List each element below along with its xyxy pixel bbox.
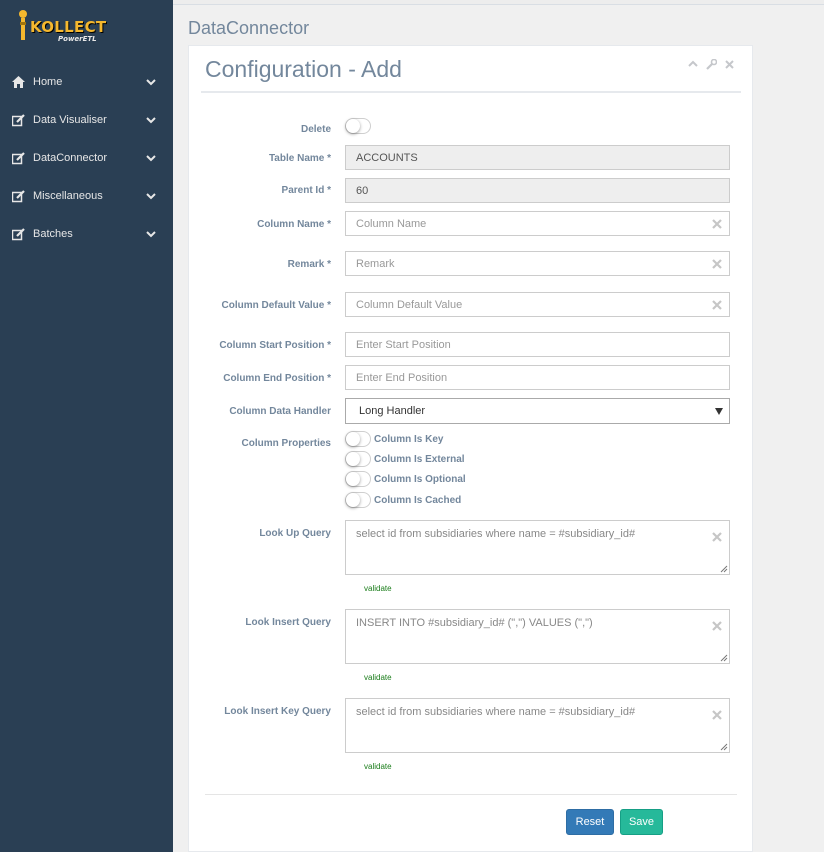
column-name-label: Column Name * bbox=[257, 219, 331, 230]
brand-logo[interactable]: KOLLECT PowerETL bbox=[14, 6, 114, 46]
column-start-position-field[interactable]: Enter Start Position bbox=[345, 332, 730, 357]
column-is-cached-toggle[interactable] bbox=[345, 492, 371, 508]
look-up-query-value: select id from subsidiaries where name =… bbox=[356, 528, 636, 540]
close-icon[interactable] bbox=[723, 58, 735, 70]
sidebar-item-label: Batches bbox=[33, 228, 73, 240]
chevron-down-icon bbox=[146, 79, 156, 86]
sidebar-item-label: DataConnector bbox=[33, 152, 107, 164]
sidebar-item-label: Miscellaneous bbox=[33, 190, 103, 202]
collapse-icon[interactable] bbox=[687, 58, 699, 70]
resize-handle-icon[interactable] bbox=[720, 743, 728, 751]
divider bbox=[201, 91, 741, 93]
chevron-down-icon bbox=[146, 117, 156, 124]
column-is-external-label: Column Is External bbox=[374, 454, 465, 465]
caret-down-icon bbox=[715, 408, 723, 415]
look-up-query-textarea[interactable]: select id from subsidiaries where name =… bbox=[345, 520, 730, 575]
edit-icon bbox=[12, 227, 25, 241]
reset-button[interactable]: Reset bbox=[566, 809, 614, 835]
look-up-query-label: Look Up Query bbox=[259, 528, 331, 539]
save-button[interactable]: Save bbox=[620, 809, 663, 835]
delete-label: Delete bbox=[300, 124, 331, 135]
sidebar-item-label: Data Visualiser bbox=[33, 114, 107, 126]
parent-id-field[interactable]: 60 bbox=[345, 178, 730, 203]
torch-icon bbox=[19, 10, 27, 40]
column-name-placeholder: Column Name bbox=[356, 217, 427, 230]
column-end-position-label: Column End Position * bbox=[223, 373, 331, 384]
column-start-position-label: Column Start Position * bbox=[219, 340, 331, 351]
column-properties-label: Column Properties bbox=[241, 438, 331, 449]
remark-label: Remark * bbox=[287, 259, 331, 270]
parent-id-label: Parent Id * bbox=[281, 185, 331, 196]
table-name-label: Table Name * bbox=[268, 153, 331, 164]
sidebar-item-miscellaneous[interactable]: Miscellaneous bbox=[0, 181, 173, 211]
column-default-value-field[interactable]: Column Default Value bbox=[345, 292, 730, 317]
column-data-handler-label: Column Data Handler bbox=[229, 406, 331, 417]
look-insert-query-label: Look Insert Query bbox=[245, 617, 331, 628]
delete-toggle[interactable] bbox=[345, 118, 371, 134]
column-is-cached-label: Column Is Cached bbox=[374, 495, 462, 506]
edit-icon bbox=[12, 151, 25, 165]
column-is-key-toggle[interactable] bbox=[345, 431, 371, 447]
clear-icon[interactable] bbox=[712, 219, 722, 229]
chevron-down-icon bbox=[146, 193, 156, 200]
column-end-position-field[interactable]: Enter End Position bbox=[345, 365, 730, 390]
divider bbox=[205, 794, 737, 795]
top-bar bbox=[173, 0, 824, 5]
clear-icon[interactable] bbox=[712, 300, 722, 310]
clear-icon[interactable] bbox=[712, 710, 722, 720]
column-is-external-toggle[interactable] bbox=[345, 451, 371, 467]
validate-link[interactable]: validate bbox=[364, 673, 392, 682]
home-icon bbox=[12, 76, 25, 89]
column-default-value-label: Column Default Value * bbox=[221, 300, 331, 311]
sidebar-item-batches[interactable]: Batches bbox=[0, 219, 173, 249]
brand-name: KOLLECT bbox=[30, 18, 107, 36]
sidebar-item-dataconnector[interactable]: DataConnector bbox=[0, 143, 173, 173]
column-is-key-label: Column Is Key bbox=[374, 434, 444, 445]
sidebar: KOLLECT PowerETL Home Data Visualiser Da… bbox=[0, 0, 173, 852]
column-is-optional-label: Column Is Optional bbox=[374, 474, 466, 485]
edit-icon bbox=[12, 189, 25, 203]
remark-field[interactable]: Remark bbox=[345, 251, 730, 276]
brand-subtitle: PowerETL bbox=[58, 35, 97, 43]
column-data-handler-select[interactable]: Long Handler bbox=[345, 398, 730, 424]
column-name-field[interactable]: Column Name bbox=[345, 211, 730, 236]
clear-icon[interactable] bbox=[712, 621, 722, 631]
table-name-field[interactable]: ACCOUNTS bbox=[345, 145, 730, 170]
chevron-down-icon bbox=[146, 231, 156, 238]
configuration-panel: Configuration - Add Delete Table Name * … bbox=[188, 45, 753, 852]
look-insert-key-query-textarea[interactable]: select id from subsidiaries where name =… bbox=[345, 698, 730, 753]
look-insert-key-query-value: select id from subsidiaries where name =… bbox=[356, 706, 636, 718]
sidebar-item-label: Home bbox=[33, 76, 63, 88]
sidebar-item-home[interactable]: Home bbox=[0, 67, 173, 97]
look-insert-query-textarea[interactable]: INSERT INTO #subsidiary_id# (",") VALUES… bbox=[345, 609, 730, 664]
clear-icon[interactable] bbox=[712, 259, 722, 269]
validate-link[interactable]: validate bbox=[364, 762, 392, 771]
chevron-down-icon bbox=[146, 155, 156, 162]
clear-icon[interactable] bbox=[712, 532, 722, 542]
panel-tools bbox=[687, 58, 735, 70]
sidebar-item-data-visualiser[interactable]: Data Visualiser bbox=[0, 105, 173, 135]
page-title: DataConnector bbox=[188, 18, 310, 38]
edit-icon bbox=[12, 113, 25, 127]
look-insert-key-query-label: Look Insert Key Query bbox=[224, 706, 331, 717]
resize-handle-icon[interactable] bbox=[720, 565, 728, 573]
look-insert-query-value: INSERT INTO #subsidiary_id# (",") VALUES… bbox=[356, 617, 593, 629]
validate-link[interactable]: validate bbox=[364, 584, 392, 593]
remark-placeholder: Remark bbox=[356, 257, 395, 270]
column-data-handler-value: Long Handler bbox=[359, 405, 426, 417]
column-default-value-placeholder: Column Default Value bbox=[356, 298, 463, 311]
column-is-optional-toggle[interactable] bbox=[345, 471, 371, 487]
panel-title: Configuration - Add bbox=[205, 56, 402, 82]
resize-handle-icon[interactable] bbox=[720, 654, 728, 662]
wrench-icon[interactable] bbox=[705, 58, 717, 70]
